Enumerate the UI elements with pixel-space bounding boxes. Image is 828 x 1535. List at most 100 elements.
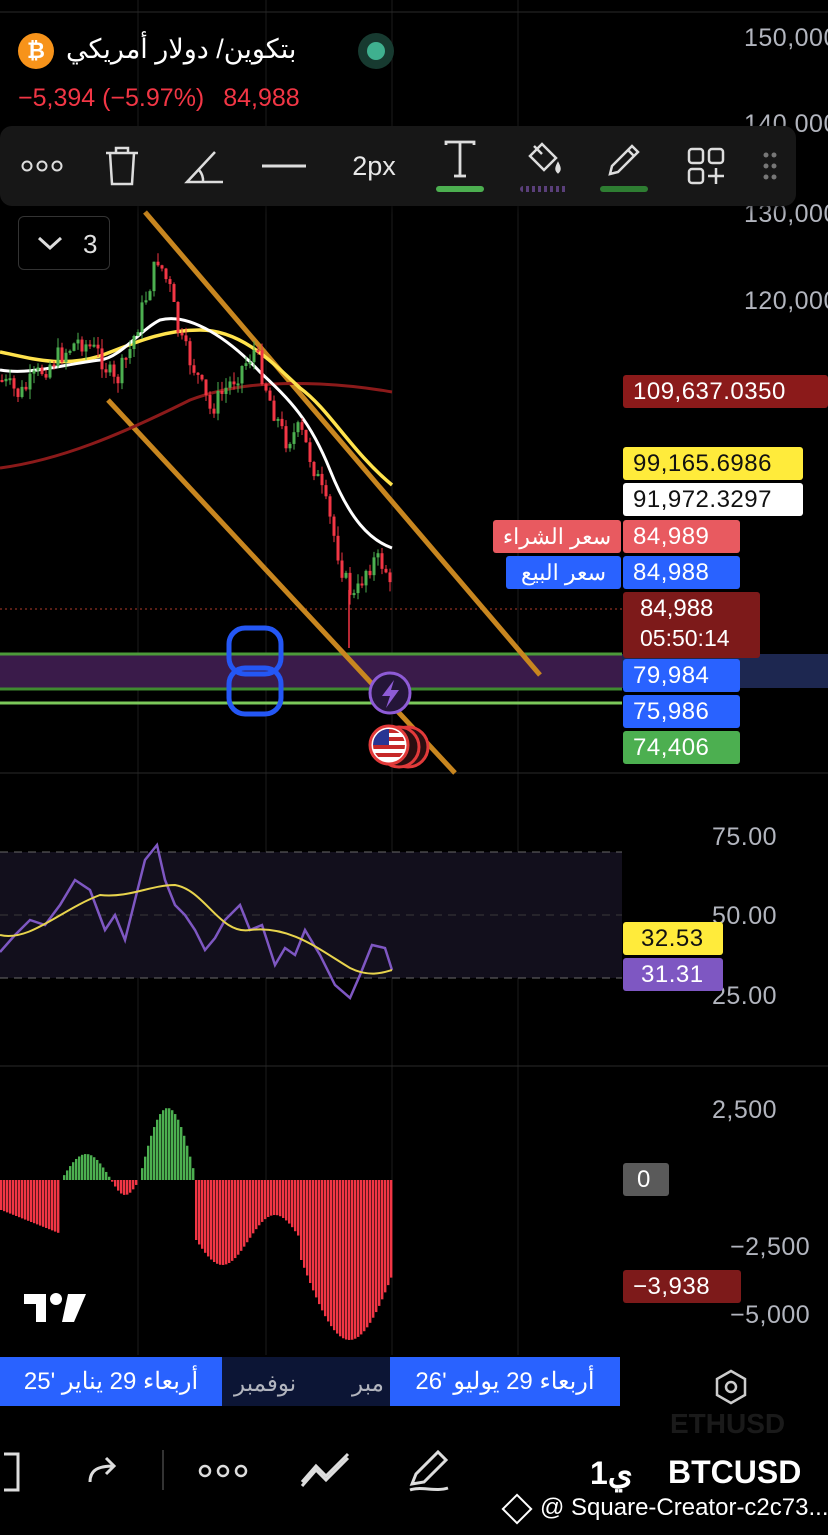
- candle-body: [48, 364, 52, 378]
- toolbar-drag-handle[interactable]: [752, 126, 788, 206]
- macd-bar: [237, 1180, 240, 1255]
- candle-body: [292, 432, 296, 444]
- ticker-button[interactable]: BTCUSD: [668, 1454, 801, 1491]
- candle-body: [344, 572, 348, 578]
- chevron-down-icon: [37, 236, 63, 251]
- macd-bar: [39, 1180, 42, 1226]
- candle-body: [96, 344, 100, 349]
- candle-body: [276, 418, 280, 421]
- text-color-button[interactable]: [432, 126, 488, 206]
- candle-body: [244, 363, 248, 367]
- macd-bar: [351, 1180, 354, 1340]
- macd-value-badge: −3,938: [623, 1270, 741, 1303]
- us-flag-event-icon[interactable]: [368, 724, 430, 769]
- symbol-header[interactable]: ₿ بتكوين/ دولار أمريكي: [18, 30, 408, 70]
- sell-price-label[interactable]: سعر البيع: [506, 556, 621, 589]
- candle-body: [220, 390, 224, 394]
- legend-count: 3: [83, 229, 98, 259]
- candle-body: [116, 376, 120, 384]
- macd-bar: [72, 1162, 75, 1180]
- candle-body: [120, 357, 124, 384]
- candle-body: [84, 344, 88, 352]
- more-dots-icon: [198, 1464, 248, 1478]
- delete-button[interactable]: [96, 126, 148, 206]
- candle-body: [216, 390, 220, 414]
- candle-body: [40, 367, 44, 375]
- candle-body: [268, 390, 272, 401]
- candle-body: [100, 348, 104, 370]
- market-status-icon[interactable]: [358, 33, 394, 69]
- macd-bar: [66, 1170, 69, 1180]
- candle-body: [192, 365, 196, 373]
- indicators-button[interactable]: [300, 1452, 352, 1493]
- drawing-toolbar: 2px: [0, 126, 796, 206]
- macd-bar: [333, 1180, 336, 1331]
- more-button[interactable]: [198, 1464, 248, 1483]
- add-grid-icon: [687, 147, 725, 185]
- more-dots-icon: [21, 160, 63, 172]
- macd-bar: [186, 1145, 189, 1180]
- line-style-button[interactable]: [258, 126, 310, 206]
- chart-settings-button[interactable]: [712, 1368, 750, 1411]
- candle-body: [4, 378, 8, 382]
- line-color-button[interactable]: [596, 126, 652, 206]
- bracket-icon: [4, 1452, 20, 1492]
- macd-bar: [231, 1180, 234, 1261]
- macd-bar: [312, 1180, 315, 1291]
- macd-bar: [108, 1176, 111, 1180]
- last-price-badge: 84,988 05:50:14: [623, 592, 760, 658]
- candle-body: [88, 344, 92, 347]
- macd-axis-label: 2,500: [712, 1096, 778, 1124]
- candle-body: [224, 387, 228, 394]
- fill-color-button[interactable]: [516, 126, 572, 206]
- legend-toggle[interactable]: 3: [18, 216, 110, 270]
- macd-bar: [171, 1110, 174, 1180]
- angle-tool-button[interactable]: [178, 126, 230, 206]
- candle-body: [132, 335, 136, 350]
- ghost-ticker: ETHUSD: [670, 1408, 786, 1439]
- price-change-row: −5,394 (−5.97%) 84,988: [18, 84, 300, 113]
- candle-body: [320, 473, 324, 486]
- line-width-button[interactable]: 2px: [338, 126, 410, 206]
- macd-bar: [21, 1180, 24, 1219]
- time-axis-label: نوفمبر: [234, 1370, 297, 1396]
- candle-body: [336, 535, 340, 561]
- macd-bar: [318, 1180, 321, 1305]
- macd-bar: [276, 1180, 279, 1216]
- more-options-button[interactable]: [14, 126, 70, 206]
- macd-bar: [150, 1135, 153, 1180]
- macd-bar: [15, 1180, 18, 1216]
- macd-bar: [126, 1180, 129, 1195]
- add-object-button[interactable]: [680, 126, 732, 206]
- channel-lower: [106, 398, 457, 775]
- macd-bar: [360, 1180, 363, 1335]
- macd-bar: [243, 1180, 246, 1247]
- drawing-tools-button[interactable]: [406, 1446, 452, 1499]
- countdown: 05:50:14: [640, 625, 730, 651]
- macd-zero-badge: 0: [623, 1163, 669, 1196]
- layout-button[interactable]: [0, 1450, 24, 1499]
- candle-body: [200, 374, 204, 380]
- candle-body: [212, 408, 216, 414]
- macd-bar: [222, 1180, 225, 1265]
- candle-body: [252, 350, 256, 363]
- interval-button[interactable]: 1ي: [590, 1454, 633, 1492]
- candle-body: [60, 347, 64, 362]
- candle-body: [272, 400, 276, 421]
- lightning-event-icon[interactable]: [368, 671, 412, 715]
- redo-button[interactable]: [86, 1456, 120, 1491]
- candle-body: [56, 347, 60, 367]
- buy-price-label[interactable]: سعر الشراء: [493, 520, 621, 553]
- sell-price-badge: 84,988: [623, 556, 740, 589]
- macd-bar: [51, 1180, 54, 1231]
- candle-body: [352, 593, 356, 596]
- macd-bar: [120, 1180, 123, 1194]
- macd-bar: [9, 1180, 12, 1214]
- candle-body: [12, 378, 16, 389]
- macd-bar: [255, 1180, 258, 1230]
- macd-bar: [135, 1180, 138, 1185]
- macd-bar: [69, 1166, 72, 1180]
- macd-bar: [303, 1180, 306, 1268]
- macd-axis-label: −5,000: [730, 1301, 811, 1329]
- pencil-icon: [608, 144, 640, 176]
